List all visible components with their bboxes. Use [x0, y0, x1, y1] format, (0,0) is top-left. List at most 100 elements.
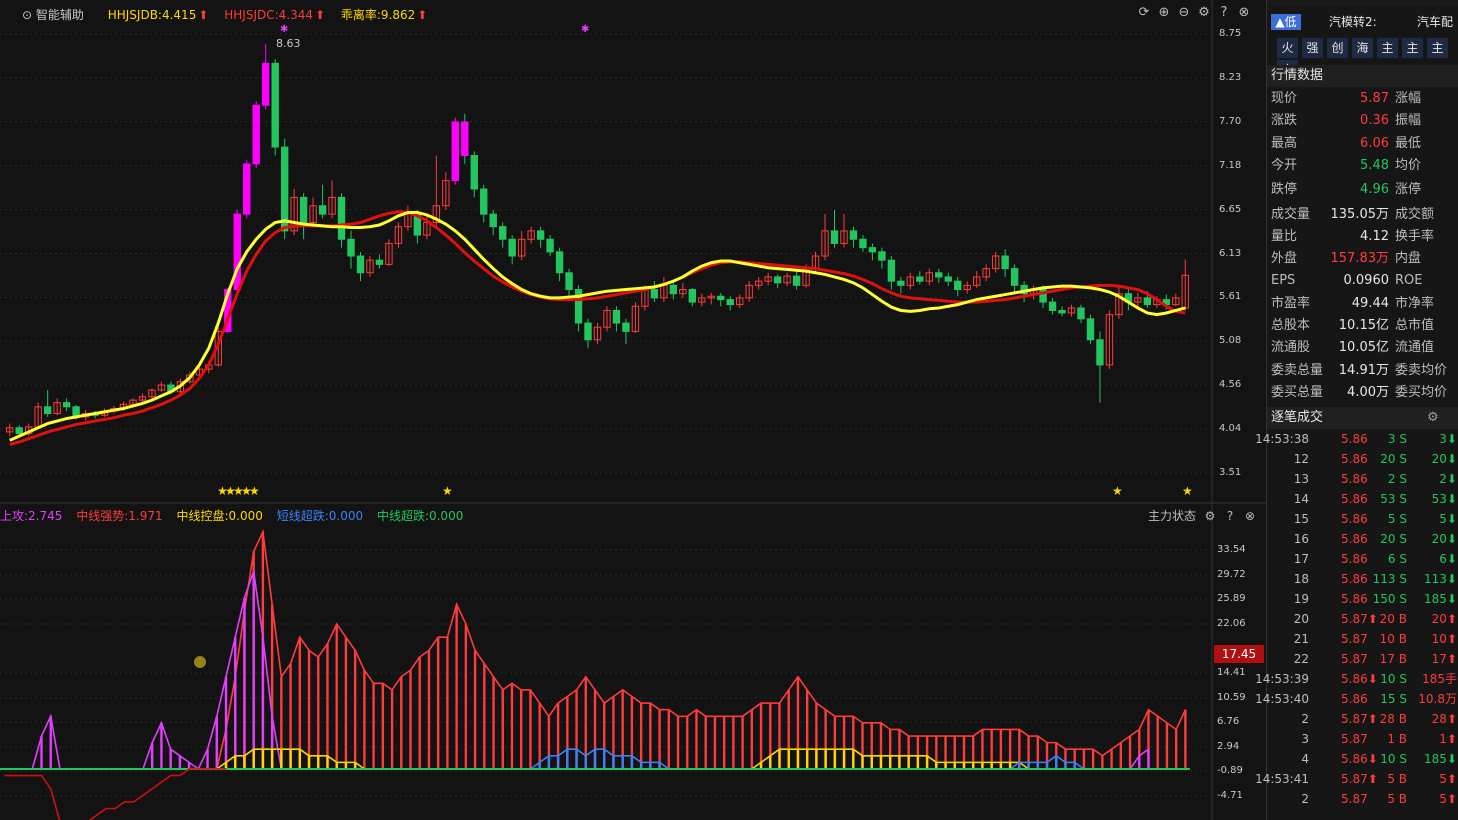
quote-value: 5.48: [1360, 157, 1389, 173]
close-icon[interactable]: ⊗: [1240, 509, 1260, 523]
sector-label: 汽车配: [1417, 15, 1454, 29]
candle-body: [887, 259, 896, 282]
peak-label: 8.63: [276, 37, 301, 50]
upper-axis-tick: 8.23: [1219, 71, 1242, 83]
candle-body: [935, 272, 943, 278]
quote-row: 流通股 10.05亿 流通值: [1267, 337, 1458, 359]
trade-extra: 53⬇: [1431, 492, 1457, 506]
lower-axis-tick: 10.59: [1217, 692, 1246, 703]
candle-body: [916, 276, 924, 282]
tag-button[interactable]: 创: [1327, 38, 1348, 58]
tag-button[interactable]: 主: [1377, 38, 1398, 58]
trade-extra: 185⬇: [1424, 752, 1457, 766]
trade-qty: 17 B: [1379, 652, 1407, 666]
trade-price: 5.86⬇: [1341, 752, 1378, 766]
trade-qty: 20 S: [1380, 532, 1407, 546]
trade-extra: 10.8万: [1418, 692, 1457, 706]
upper-axis-tick: 7.18: [1219, 159, 1242, 171]
lower-legend: 上攻:2.745 中线强势:1.971 中线控盘:0.000 短线超跌:0.00…: [0, 507, 473, 524]
quote-row: 量比 4.12 换手率: [1267, 226, 1458, 248]
trade-qty: 150 S: [1372, 592, 1407, 606]
trade-row: 2 5.87 5 B 5⬆: [1267, 789, 1458, 809]
add-icon[interactable]: ⊕: [1154, 5, 1174, 20]
star-marker: ★: [249, 484, 260, 498]
tag-button[interactable]: 海: [1352, 38, 1373, 58]
tag-button[interactable]: 主: [1402, 38, 1423, 58]
quote-value: 10.15亿: [1338, 318, 1389, 333]
quote-row: 今开 5.48 均价: [1267, 155, 1458, 177]
quote-label: 今开: [1271, 157, 1298, 173]
trade-row: 3 5.87 1 B 1⬆: [1267, 729, 1458, 749]
trade-qty: 20 B: [1379, 612, 1407, 626]
tag-button[interactable]: 主: [1427, 38, 1448, 58]
candle-body: [508, 238, 516, 257]
trade-time: 15: [1293, 512, 1309, 526]
trade-time: 18: [1293, 572, 1309, 586]
chart-area: ★ ★ ★ ★ ★ ★ ★ ★ ✱ ✱ ⊙ 智能辅助 HHJSJDB:4.415 ⬆ HHJSJDC…: [0, 0, 1266, 820]
refresh-icon[interactable]: ⟳: [1134, 5, 1154, 20]
settings-icon[interactable]: ⚙: [1427, 407, 1439, 429]
candle-body: [470, 154, 478, 190]
minus-icon[interactable]: ⊖: [1174, 5, 1194, 20]
trade-extra: 185⬇: [1424, 592, 1457, 606]
trade-price: 5.87⬆: [1341, 712, 1378, 726]
close-icon[interactable]: ⊗: [1234, 5, 1254, 20]
candle-body: [15, 427, 23, 435]
trade-price: 5.86: [1341, 552, 1368, 566]
trade-qty: 10 B: [1379, 632, 1407, 646]
trade-qty: 10 S: [1380, 672, 1407, 686]
indicator-dropdown[interactable]: ⊙ 智能辅助: [22, 8, 94, 22]
quote-value: 4.96: [1360, 182, 1389, 198]
trade-row: 17 5.86 6 S 6⬇: [1267, 549, 1458, 569]
trade-extra: 5⬆: [1439, 772, 1457, 786]
trade-time: 17: [1293, 552, 1309, 566]
gear-icon[interactable]: ⚙: [1194, 5, 1214, 20]
trade-time: 14: [1293, 492, 1309, 506]
quote-label-right: 换手率: [1395, 228, 1435, 244]
quote-value: 14.91万: [1338, 362, 1389, 378]
trade-time: 13: [1293, 472, 1309, 486]
candle-body: [859, 238, 867, 249]
lower-axis-tick: 2.94: [1217, 741, 1240, 752]
candle-body: [356, 255, 365, 274]
help-icon[interactable]: ?: [1220, 509, 1240, 523]
trade-row: 13 5.86 2 S 2⬇: [1267, 469, 1458, 489]
trade-qty: 20 S: [1380, 452, 1407, 466]
trade-row: 18 5.86 113 S 113⬇: [1267, 569, 1458, 589]
trade-row: 12 5.86 20 S 20⬇: [1267, 449, 1458, 469]
candle-body: [878, 251, 886, 261]
quote-label-right: 流通值: [1395, 340, 1435, 356]
candle-body: [480, 188, 488, 215]
candle-body: [897, 280, 905, 286]
candle-body: [650, 289, 659, 299]
tag-button[interactable]: 火: [1277, 38, 1298, 58]
candle-body: [1048, 301, 1057, 311]
candle-body: [1143, 297, 1152, 306]
signal-asterisk: ✱: [280, 24, 288, 35]
legend-hhjsjdc: HHJSJDC:4.344: [224, 8, 313, 22]
upper-axis-tick: 6.65: [1219, 203, 1242, 215]
quote-row: EPS 0.0960 ROE: [1267, 270, 1458, 292]
help-icon[interactable]: ?: [1214, 5, 1234, 20]
trade-qty: 3 S: [1387, 432, 1407, 446]
candle-body: [717, 295, 725, 301]
indicator-label: 智能辅助: [35, 8, 84, 22]
candle-body: [62, 402, 71, 408]
lower-axis-tick: 29.72: [1217, 569, 1246, 580]
trade-row: 2 5.87⬆ 28 B 28⬆: [1267, 709, 1458, 729]
tag-button[interactable]: 强: [1302, 38, 1323, 58]
quote-label-right: 涨停: [1395, 182, 1422, 198]
candle-body: [451, 121, 460, 182]
trade-row: 14:53:39 5.86⬇ 10 S 185手: [1255, 669, 1458, 689]
upper-axis-tick: 5.61: [1219, 291, 1242, 303]
trade-extra: 3⬇: [1439, 432, 1457, 446]
lower-axis-tick: 14.41: [1217, 667, 1246, 678]
quote-value: 6.06: [1360, 135, 1389, 151]
stock-name: 汽模转2:: [1329, 15, 1377, 29]
gear-icon[interactable]: ⚙: [1200, 509, 1220, 523]
quote-label-right: 涨幅: [1395, 91, 1422, 106]
trade-extra: 17⬆: [1431, 652, 1457, 666]
lower-axis-tick: -4.71: [1217, 790, 1243, 801]
candle-body: [299, 196, 308, 224]
candle-body: [461, 121, 469, 156]
